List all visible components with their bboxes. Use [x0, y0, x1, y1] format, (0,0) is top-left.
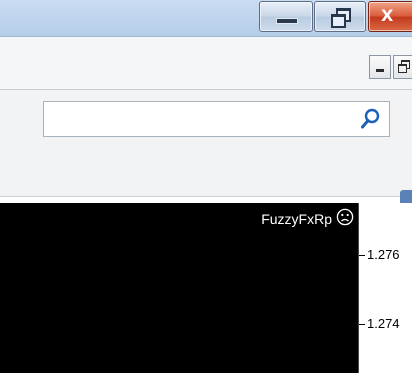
- sad-face-icon: [336, 208, 354, 229]
- restore-icon: [331, 8, 351, 28]
- search-icon[interactable]: [361, 108, 381, 130]
- price-scale: 1.276 1.274: [359, 203, 412, 373]
- toolbar: [0, 90, 412, 224]
- search-input[interactable]: [50, 108, 354, 132]
- mdi-control-bar: [0, 37, 412, 90]
- window-close-button[interactable]: X: [368, 1, 412, 32]
- price-label: 1.274: [367, 316, 400, 331]
- child-minimize-button[interactable]: [369, 55, 391, 79]
- close-icon: X: [381, 6, 394, 25]
- price-tick: [359, 324, 365, 325]
- minimize-icon: [276, 18, 298, 24]
- chart-canvas[interactable]: FuzzyFxRp: [0, 203, 359, 373]
- restore-icon: [398, 64, 407, 73]
- search-box[interactable]: [43, 101, 390, 137]
- minimize-icon: [376, 69, 384, 72]
- child-restore-button[interactable]: [393, 55, 412, 79]
- window-minimize-button[interactable]: [259, 1, 313, 32]
- price-tick: [359, 255, 365, 256]
- window-restore-button[interactable]: [314, 1, 366, 32]
- title-bar: X: [0, 0, 412, 37]
- price-label: 1.276: [367, 247, 400, 262]
- indicator-name: FuzzyFxRp: [261, 210, 332, 227]
- indicator-label: FuzzyFxRp: [261, 208, 354, 229]
- chart-window: FuzzyFxRp 1.276 1.274: [0, 203, 412, 373]
